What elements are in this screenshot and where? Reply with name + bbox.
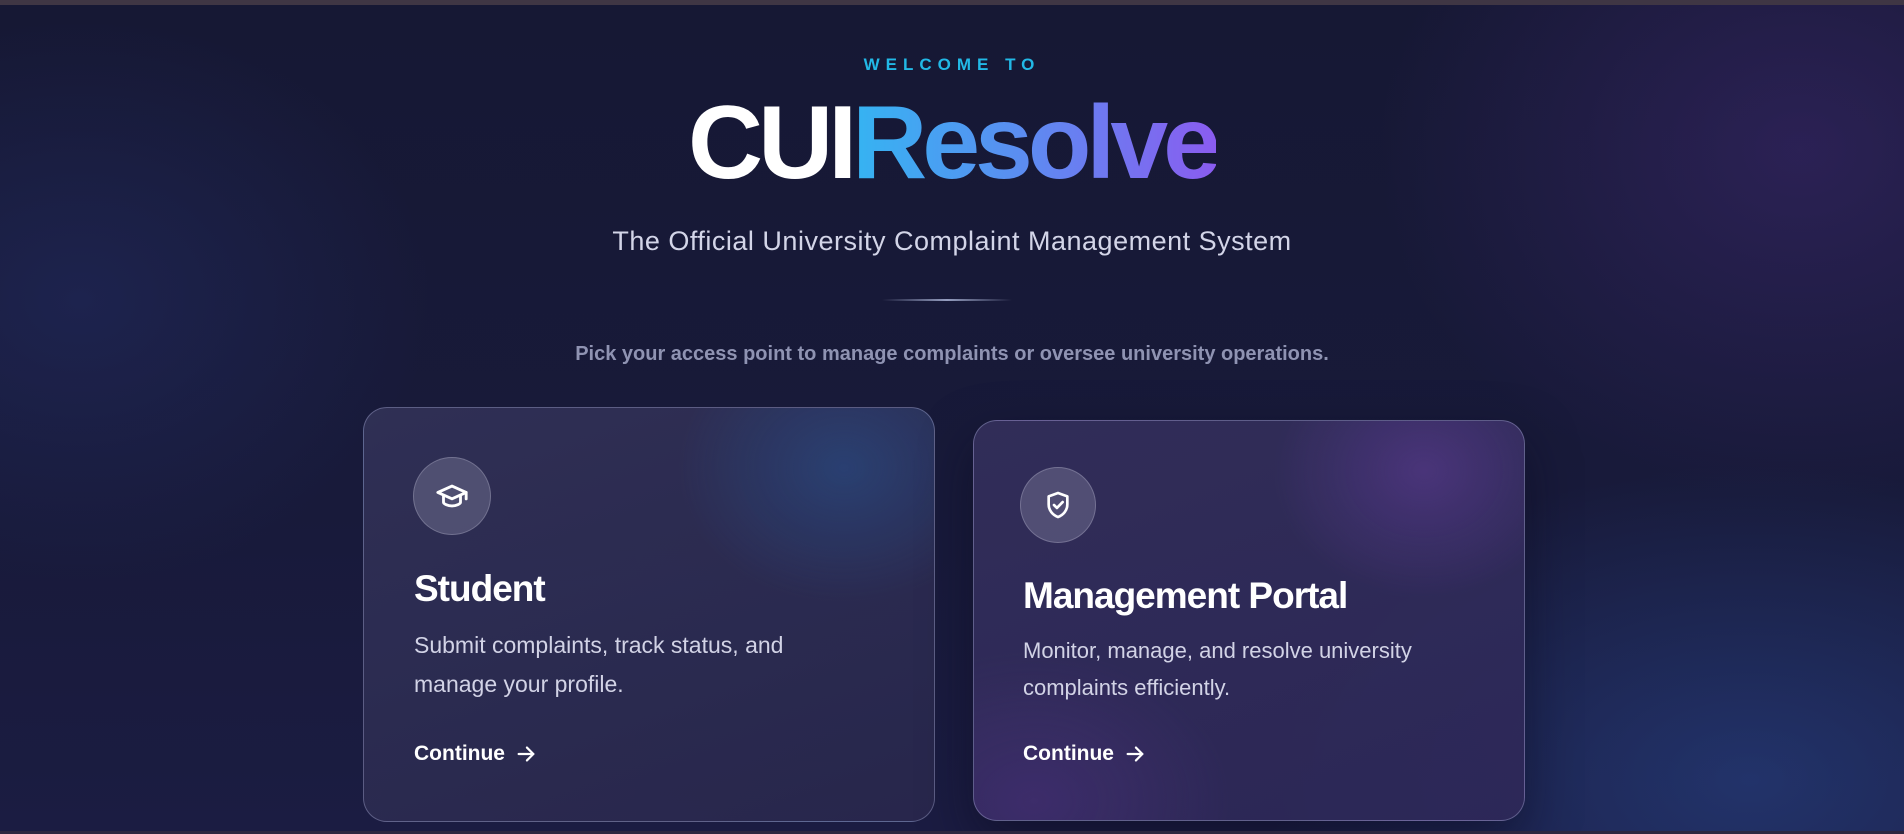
brand-name-cui: CUI [688,85,857,201]
shield-check-icon [1020,467,1096,543]
arrow-right-icon [1126,746,1144,762]
access-hint: Pick your access point to manage complai… [575,343,1329,365]
divider [882,299,1012,301]
management-card-title: Management Portal [1023,575,1348,616]
student-card[interactable]: Student Submit complaints, track status,… [363,407,935,822]
management-continue-link[interactable]: Continue [1023,742,1146,766]
management-continue-label: Continue [1023,742,1114,765]
management-card-description: Monitor, manage, and resolve university … [1023,638,1412,700]
graduation-cap-icon [413,457,491,535]
management-portal-card[interactable]: Management Portal Monitor, manage, and r… [973,420,1525,821]
welcome-label: WELCOME TO [863,55,1041,74]
brand-logo: CUIResolve [0,88,1904,198]
window-top-edge [0,0,1904,5]
arrow-right-icon [517,746,535,762]
student-card-title: Student [414,568,546,609]
page-subtitle: The Official University Complaint Manage… [612,226,1292,256]
student-continue-link[interactable]: Continue [414,742,537,766]
student-card-description: Submit complaints, track status, and man… [414,632,784,697]
student-continue-label: Continue [414,742,505,765]
brand-name-resolve: Resolve [852,85,1221,201]
